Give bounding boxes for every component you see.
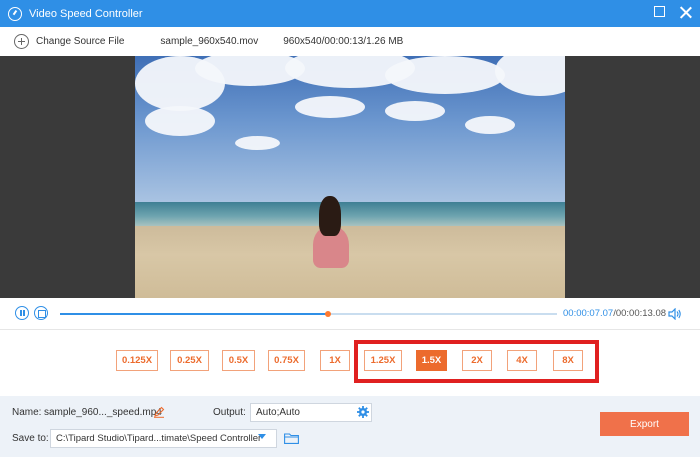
save-to-label: Save to: xyxy=(12,433,49,444)
speed-option-0125x[interactable]: 0.125X xyxy=(116,350,158,371)
speed-option-05x[interactable]: 0.5X xyxy=(222,350,255,371)
video-sea xyxy=(135,202,565,226)
speed-selector: 0.125X 0.25X 0.5X 0.75X 1X 1.25X 1.5X 2X… xyxy=(0,330,700,396)
speed-option-1x[interactable]: 1X xyxy=(320,350,350,371)
gear-icon[interactable] xyxy=(357,406,369,418)
video-person-hair xyxy=(319,196,341,236)
folder-icon[interactable] xyxy=(284,433,299,444)
output-name-value: sample_960..._speed.mp4 xyxy=(44,407,162,418)
current-time: 00:00:07.07 xyxy=(563,308,614,319)
output-settings-panel: Name: sample_960..._speed.mp4 Output: Au… xyxy=(0,396,700,457)
export-button[interactable]: Export xyxy=(600,412,689,436)
toolbar: Change Source File sample_960x540.mov 96… xyxy=(0,27,700,56)
source-file-info: 960x540/00:00:13/1.26 MB xyxy=(283,36,404,47)
video-sky xyxy=(135,56,565,202)
stop-icon[interactable] xyxy=(34,306,48,320)
maximize-icon[interactable] xyxy=(654,6,665,17)
change-source-button[interactable]: Change Source File xyxy=(36,36,124,47)
output-format-value: Auto;Auto xyxy=(256,407,300,418)
edit-pencil-icon[interactable] xyxy=(153,406,165,418)
volume-icon[interactable] xyxy=(668,308,682,320)
progress-slider[interactable] xyxy=(60,311,557,317)
output-label: Output: xyxy=(213,407,246,418)
speed-gauge-icon xyxy=(8,6,22,21)
video-frame[interactable] xyxy=(135,56,565,298)
playback-bar: 00:00:07.07/00:00:13.08 xyxy=(0,298,700,330)
total-time: 00:00:13.08 xyxy=(615,308,667,319)
chevron-down-icon[interactable] xyxy=(258,434,266,439)
title-bar: Video Speed Controller xyxy=(0,0,700,27)
time-readout: 00:00:07.07/00:00:13.08 xyxy=(563,308,666,319)
window-controls xyxy=(654,6,692,19)
video-preview-area xyxy=(0,56,700,298)
speed-option-025x[interactable]: 0.25X xyxy=(170,350,209,371)
output-format-field[interactable]: Auto;Auto xyxy=(250,403,372,422)
name-label: Name: xyxy=(12,407,42,418)
progress-fill xyxy=(60,313,329,315)
source-file-name: sample_960x540.mov xyxy=(160,36,259,47)
save-path-field[interactable]: C:\Tipard Studio\Tipard...timate\Speed C… xyxy=(50,429,277,448)
speed-option-075x[interactable]: 0.75X xyxy=(268,350,305,371)
pause-icon[interactable] xyxy=(15,306,29,320)
video-sand xyxy=(135,226,565,298)
window-title: Video Speed Controller xyxy=(29,7,143,20)
progress-knob[interactable] xyxy=(325,311,332,317)
save-path-value: C:\Tipard Studio\Tipard...timate\Speed C… xyxy=(56,433,262,444)
add-circle-icon[interactable] xyxy=(14,34,29,49)
highlight-annotation-box xyxy=(354,340,599,383)
close-icon[interactable] xyxy=(679,6,692,19)
